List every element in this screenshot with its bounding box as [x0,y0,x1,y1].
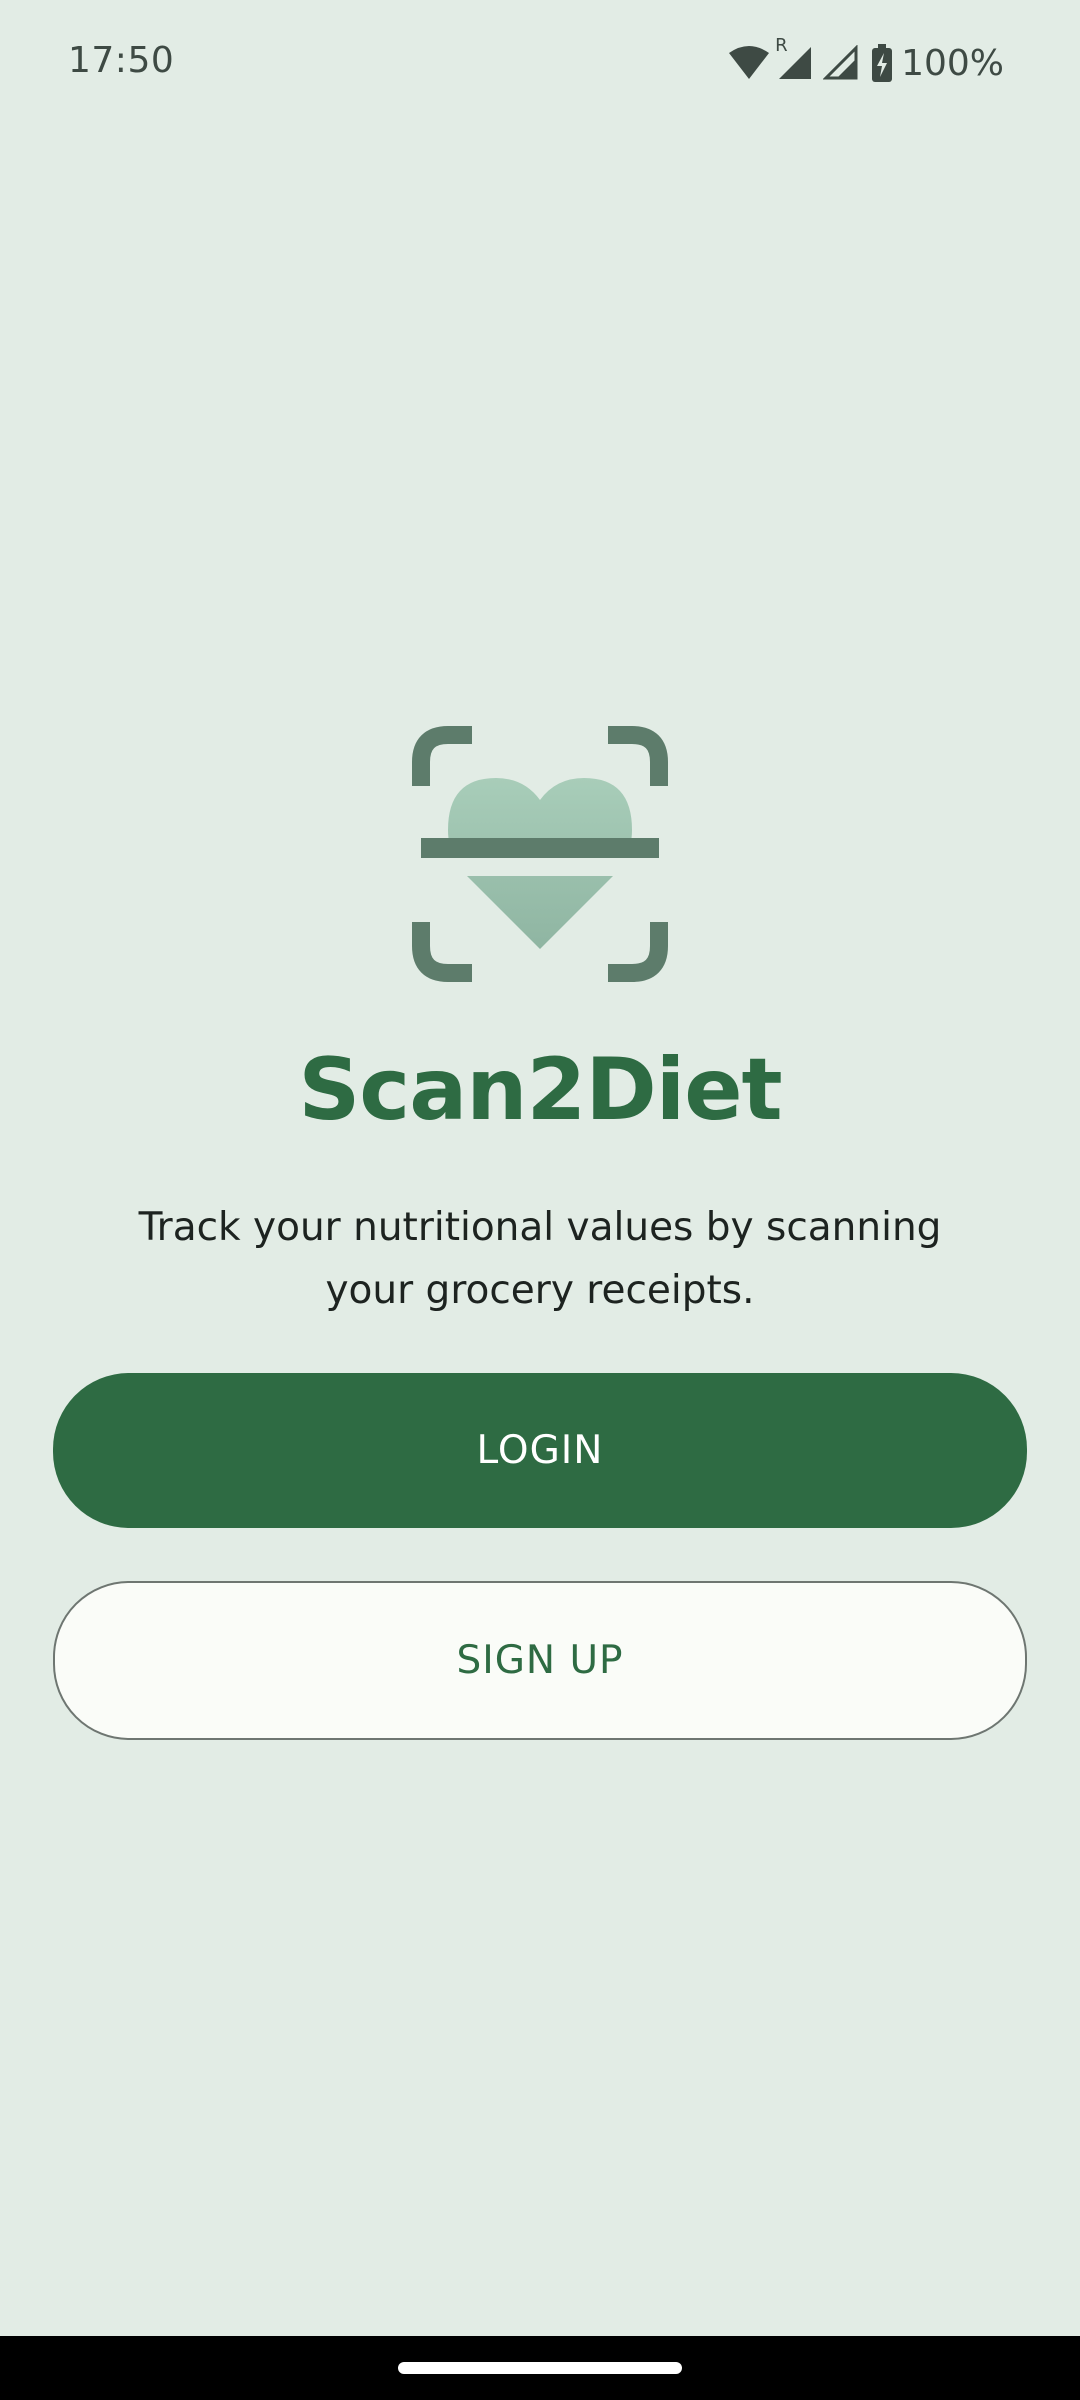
status-time: 17:50 [68,40,175,81]
login-button[interactable]: LOGIN [53,1373,1027,1528]
app-tagline: Track your nutritional values by scannin… [138,1205,942,1313]
navigation-bar [0,2336,1080,2400]
battery-charging-icon [871,44,893,82]
signal-icon [823,45,859,81]
roaming-signal-icon: R [775,35,815,83]
home-indicator[interactable] [398,2362,682,2374]
wifi-icon [729,45,770,81]
scan-heart-logo [412,726,668,982]
signup-button-label: SIGN UP [456,1638,624,1683]
roaming-indicator: R [775,35,788,56]
signup-button[interactable]: SIGN UP [53,1581,1027,1740]
login-button-label: LOGIN [476,1428,604,1473]
app-title: Scan2Diet [298,1040,782,1140]
status-bar: 17:50 R 100% [0,0,1080,126]
status-icons: R 100% [729,35,1004,86]
battery-percent: 100% [901,42,1004,84]
